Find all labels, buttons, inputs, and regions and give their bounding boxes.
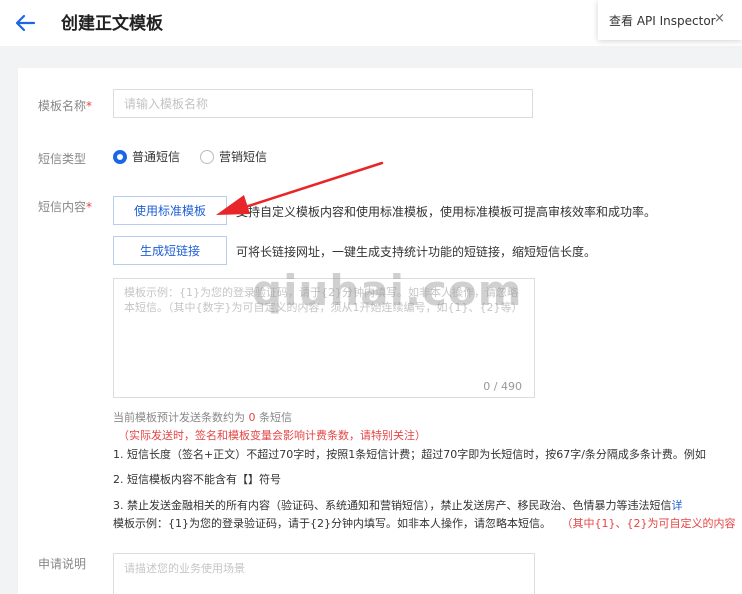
api-inspector-popover: 查看 API Inspector × — [598, 0, 742, 40]
close-icon[interactable]: × — [714, 11, 725, 26]
content-placeholder: 模板示例：{1}为您的登录验证码，请于{2}分钟内填写。如非本人操作，请忽略本短… — [124, 286, 523, 314]
details-link[interactable]: 详 — [672, 499, 683, 512]
use-template-hint: 支持自定义模板内容和使用标准模板，使用标准模板可提高审核效率和成功率。 — [236, 205, 657, 219]
short-link-hint: 可将长链接网址，一键生成支持统计功能的短链接，缩短短信长度。 — [236, 245, 597, 259]
radio-checked-icon — [113, 149, 127, 164]
apply-placeholder: 请描述您的业务使用场景 — [124, 562, 245, 575]
radio-marketing-sms[interactable]: 营销短信 — [200, 148, 267, 165]
api-inspector-link[interactable]: 查看 API Inspector — [609, 12, 716, 29]
use-standard-template-button[interactable]: 使用标准模板 — [113, 196, 227, 225]
radio-normal-sms[interactable]: 普通短信 — [113, 148, 180, 165]
sms-content-textarea[interactable]: 模板示例：{1}为您的登录验证码，请于{2}分钟内填写。如非本人操作，请忽略本短… — [113, 278, 535, 398]
template-name-label: 模板名称* — [38, 99, 93, 113]
apply-description-textarea[interactable]: 请描述您的业务使用场景 — [113, 553, 535, 594]
template-name-input[interactable] — [113, 89, 533, 118]
page-title: 创建正文模板 — [61, 14, 163, 34]
back-arrow-icon[interactable] — [14, 13, 36, 33]
template-example: 模板示例：{1}为您的登录验证码，请于{2}分钟内填写。如非本人操作，请忽略本短… — [113, 517, 736, 530]
sms-type-label: 短信类型 — [38, 152, 87, 166]
sms-content-label: 短信内容* — [38, 200, 93, 214]
rule-3: 3. 禁止发送金融相关的所有内容（验证码、系统通知和营销短信），禁止发送房产、移… — [113, 499, 683, 512]
apply-description-label: 申请说明 — [38, 557, 87, 571]
generate-short-link-button[interactable]: 生成短链接 — [113, 236, 227, 265]
send-estimate: 当前模板预计发送条数约为 0 条短信 — [113, 411, 292, 424]
rule-1: 1. 短信长度（签名+正文）不超过70字时，按照1条短信计费；超过70字即为长短… — [113, 448, 706, 461]
rule-2: 2. 短信模板内容不能含有【】符号 — [113, 473, 281, 486]
radio-unchecked-icon — [200, 149, 214, 164]
char-counter: 0 / 490 — [483, 380, 522, 393]
estimate-warning: （实际发送时，签名和模板变量会影响计费条数，请特别关注） — [118, 429, 426, 442]
